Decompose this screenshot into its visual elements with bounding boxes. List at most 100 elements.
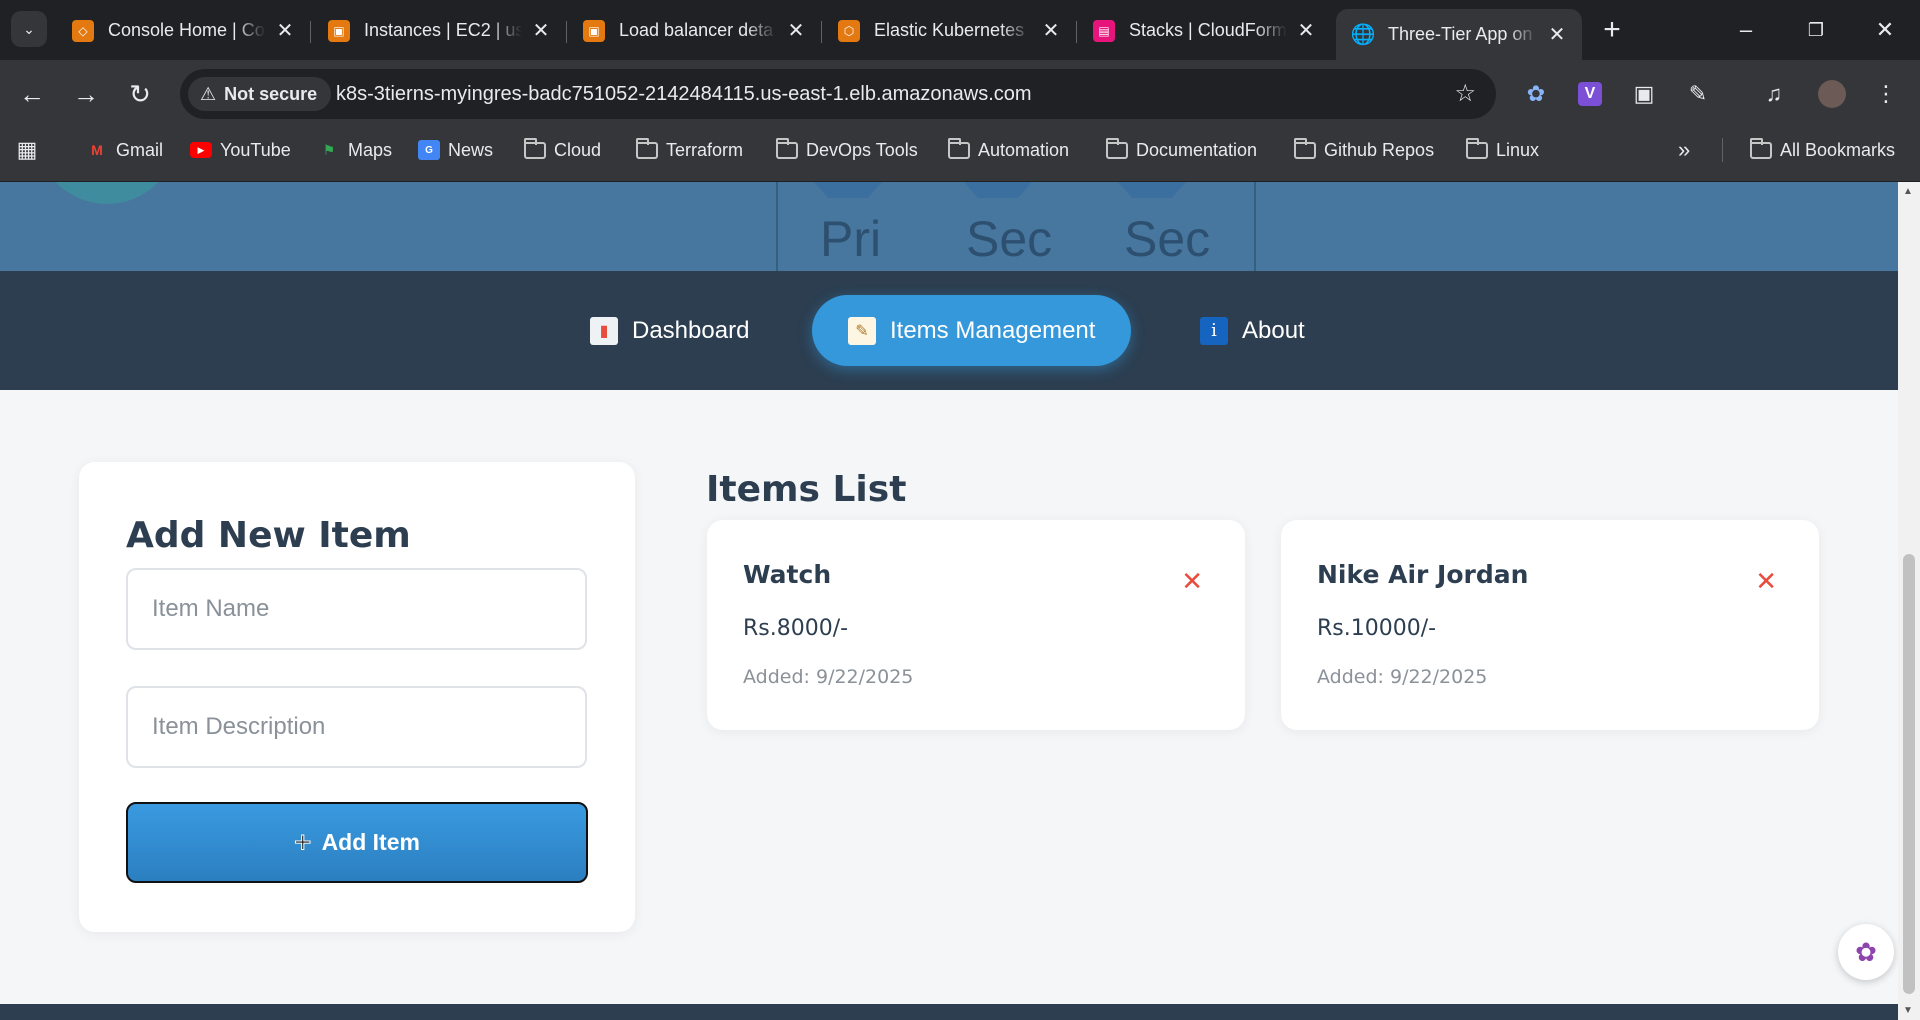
folder-icon (1750, 137, 1772, 159)
maps-icon: ⚑ (322, 141, 336, 158)
nav-items-management[interactable]: ✎ Items Management (812, 295, 1132, 366)
close-tab-icon[interactable]: ✕ (785, 18, 807, 43)
nav-dashboard[interactable]: ▮ Dashboard (554, 295, 785, 366)
back-arrow-icon[interactable]: ← (14, 76, 50, 112)
tab-search-button[interactable]: ⌄ (11, 11, 47, 47)
add-item-button[interactable]: + Add Item (126, 802, 588, 883)
hero-label-secondary: Sec (1124, 211, 1211, 267)
ec2-icon: ▣ (328, 19, 350, 42)
new-tab-button[interactable]: + (1594, 13, 1630, 49)
image-extension-icon[interactable]: ▣ (1626, 76, 1662, 112)
warning-icon: ⚠ (200, 83, 217, 104)
browser-tab[interactable]: ▣ Load balancer deta ✕ (567, 9, 822, 52)
url-text[interactable]: k8s-3tierns-myingres-badc751052-21424841… (336, 69, 1032, 119)
bookmark-folder-terraform[interactable]: Terraform (636, 128, 743, 172)
bookmark-maps[interactable]: ⚑ Maps (318, 128, 392, 172)
hex-shape (808, 182, 888, 198)
close-tab-icon[interactable]: ✕ (530, 18, 552, 43)
hero-diagram-panel: Pri Sec Sec (776, 182, 1256, 271)
delete-item-icon[interactable]: ✕ (1755, 566, 1777, 597)
bookmark-star-icon[interactable]: ☆ (1454, 69, 1476, 119)
page-footer (0, 1004, 1898, 1020)
nav-dashboard-label: Dashboard (632, 316, 750, 344)
hero-label-secondary: Sec (966, 211, 1053, 267)
bookmark-label: YouTube (220, 139, 291, 160)
bookmark-label: Documentation (1136, 139, 1258, 160)
apps-grid-icon[interactable]: ▦ (16, 128, 38, 172)
hex-shape (958, 182, 1038, 198)
extensions-puzzle-icon[interactable]: ✎ (1680, 76, 1716, 112)
browser-tab[interactable]: ▤ Stacks | CloudForm ✕ (1077, 9, 1331, 52)
security-label: Not secure (224, 83, 318, 104)
bookmark-folder-cloud[interactable]: Cloud (524, 128, 601, 172)
close-tab-icon[interactable]: ✕ (1040, 18, 1062, 43)
nav-about-label: About (1242, 316, 1305, 344)
bookmark-folder-github-repos[interactable]: Github Repos (1294, 128, 1434, 172)
bookmark-news[interactable]: G News (418, 128, 493, 172)
close-tab-icon[interactable]: ✕ (1546, 22, 1568, 47)
nav-about[interactable]: i About (1164, 295, 1341, 366)
page-scrollbar[interactable]: ▲ ▼ (1898, 182, 1920, 1020)
hex-shape (1112, 182, 1192, 198)
tab-title: Instances | EC2 | us (364, 20, 522, 40)
item-card: Watch ✕ Rs.8000/- Added: 9/22/2025 (707, 520, 1245, 730)
bookmark-label: Linux (1496, 139, 1540, 160)
folder-icon (776, 137, 798, 159)
avatar[interactable] (1814, 76, 1850, 112)
bookmark-gmail[interactable]: M Gmail (86, 128, 163, 172)
media-controls-icon[interactable]: ♫ (1756, 76, 1792, 112)
ec2-icon: ▣ (583, 19, 605, 42)
memo-icon: ✎ (848, 316, 876, 345)
bookmark-label: Terraform (666, 139, 744, 160)
bookmark-label: Github Repos (1324, 139, 1435, 160)
close-tab-icon[interactable]: ✕ (1295, 18, 1317, 43)
restore-button[interactable]: ❐ (1786, 10, 1846, 50)
close-window-button[interactable]: ✕ (1855, 10, 1915, 50)
more-bookmarks-chevron-icon[interactable]: » (1678, 128, 1690, 172)
delete-item-icon[interactable]: ✕ (1181, 566, 1203, 597)
item-added-date: Added: 9/22/2025 (1317, 666, 1488, 688)
close-tab-icon[interactable]: ✕ (274, 18, 296, 43)
folder-icon (1294, 137, 1316, 159)
folder-icon (1106, 137, 1128, 159)
all-bookmarks-button[interactable]: All Bookmarks (1750, 128, 1895, 172)
tab-title: Elastic Kubernetes (874, 20, 1025, 40)
scroll-down-arrow-icon[interactable]: ▼ (1903, 1005, 1913, 1016)
info-icon: i (1200, 316, 1228, 345)
bookmark-folder-documentation[interactable]: Documentation (1106, 128, 1257, 172)
news-icon: G (418, 140, 440, 160)
browser-tab[interactable]: ▣ Instances | EC2 | us ✕ (312, 9, 567, 52)
minimize-button[interactable]: – (1716, 10, 1776, 50)
bookmark-folder-devops-tools[interactable]: DevOps Tools (776, 128, 918, 172)
menu-kebab-icon[interactable]: ⋮ (1868, 76, 1904, 112)
items-list-title: Items List (706, 469, 907, 510)
reload-icon[interactable]: ↻ (122, 76, 158, 112)
item-added-date: Added: 9/22/2025 (743, 666, 914, 688)
youtube-icon: ▶ (190, 142, 212, 158)
chevron-down-icon: ⌄ (23, 20, 35, 37)
item-name-input[interactable] (126, 568, 587, 650)
assistant-brain-icon[interactable]: ✿ (1838, 924, 1894, 980)
bookmark-label: DevOps Tools (806, 139, 918, 160)
app-navbar: ▮ Dashboard ✎ Items Management i About (0, 271, 1898, 390)
bookmark-folder-linux[interactable]: Linux (1466, 128, 1539, 172)
plus-icon: + (294, 825, 313, 859)
browser-tab-active[interactable]: 🌐 Three-Tier App on ✕ (1336, 9, 1582, 60)
browser-tab[interactable]: ◇ Console Home | Co ✕ (56, 9, 311, 52)
bookmark-label: Cloud (554, 139, 602, 160)
item-description-input[interactable] (126, 686, 587, 768)
address-bar[interactable]: ⚠ Not secure k8s-3tierns-myingres-badc75… (180, 69, 1496, 119)
bookmark-label: News (448, 139, 494, 160)
bookmark-folder-automation[interactable]: Automation (948, 128, 1069, 172)
scrollbar-thumb[interactable] (1903, 554, 1915, 994)
v-extension-icon[interactable]: V (1572, 76, 1608, 112)
tab-title: Load balancer deta (619, 20, 774, 40)
bookmark-youtube[interactable]: ▶ YouTube (190, 128, 291, 172)
brain-extension-icon[interactable]: ✿ (1518, 76, 1554, 112)
browser-tab[interactable]: ⬡ Elastic Kubernetes ✕ (822, 9, 1077, 52)
bookmark-label: Automation (978, 139, 1070, 160)
forward-arrow-icon[interactable]: → (68, 76, 104, 112)
security-indicator[interactable]: ⚠ Not secure (188, 77, 332, 111)
bookmarks-divider (1722, 138, 1723, 162)
scroll-up-arrow-icon[interactable]: ▲ (1903, 186, 1913, 197)
